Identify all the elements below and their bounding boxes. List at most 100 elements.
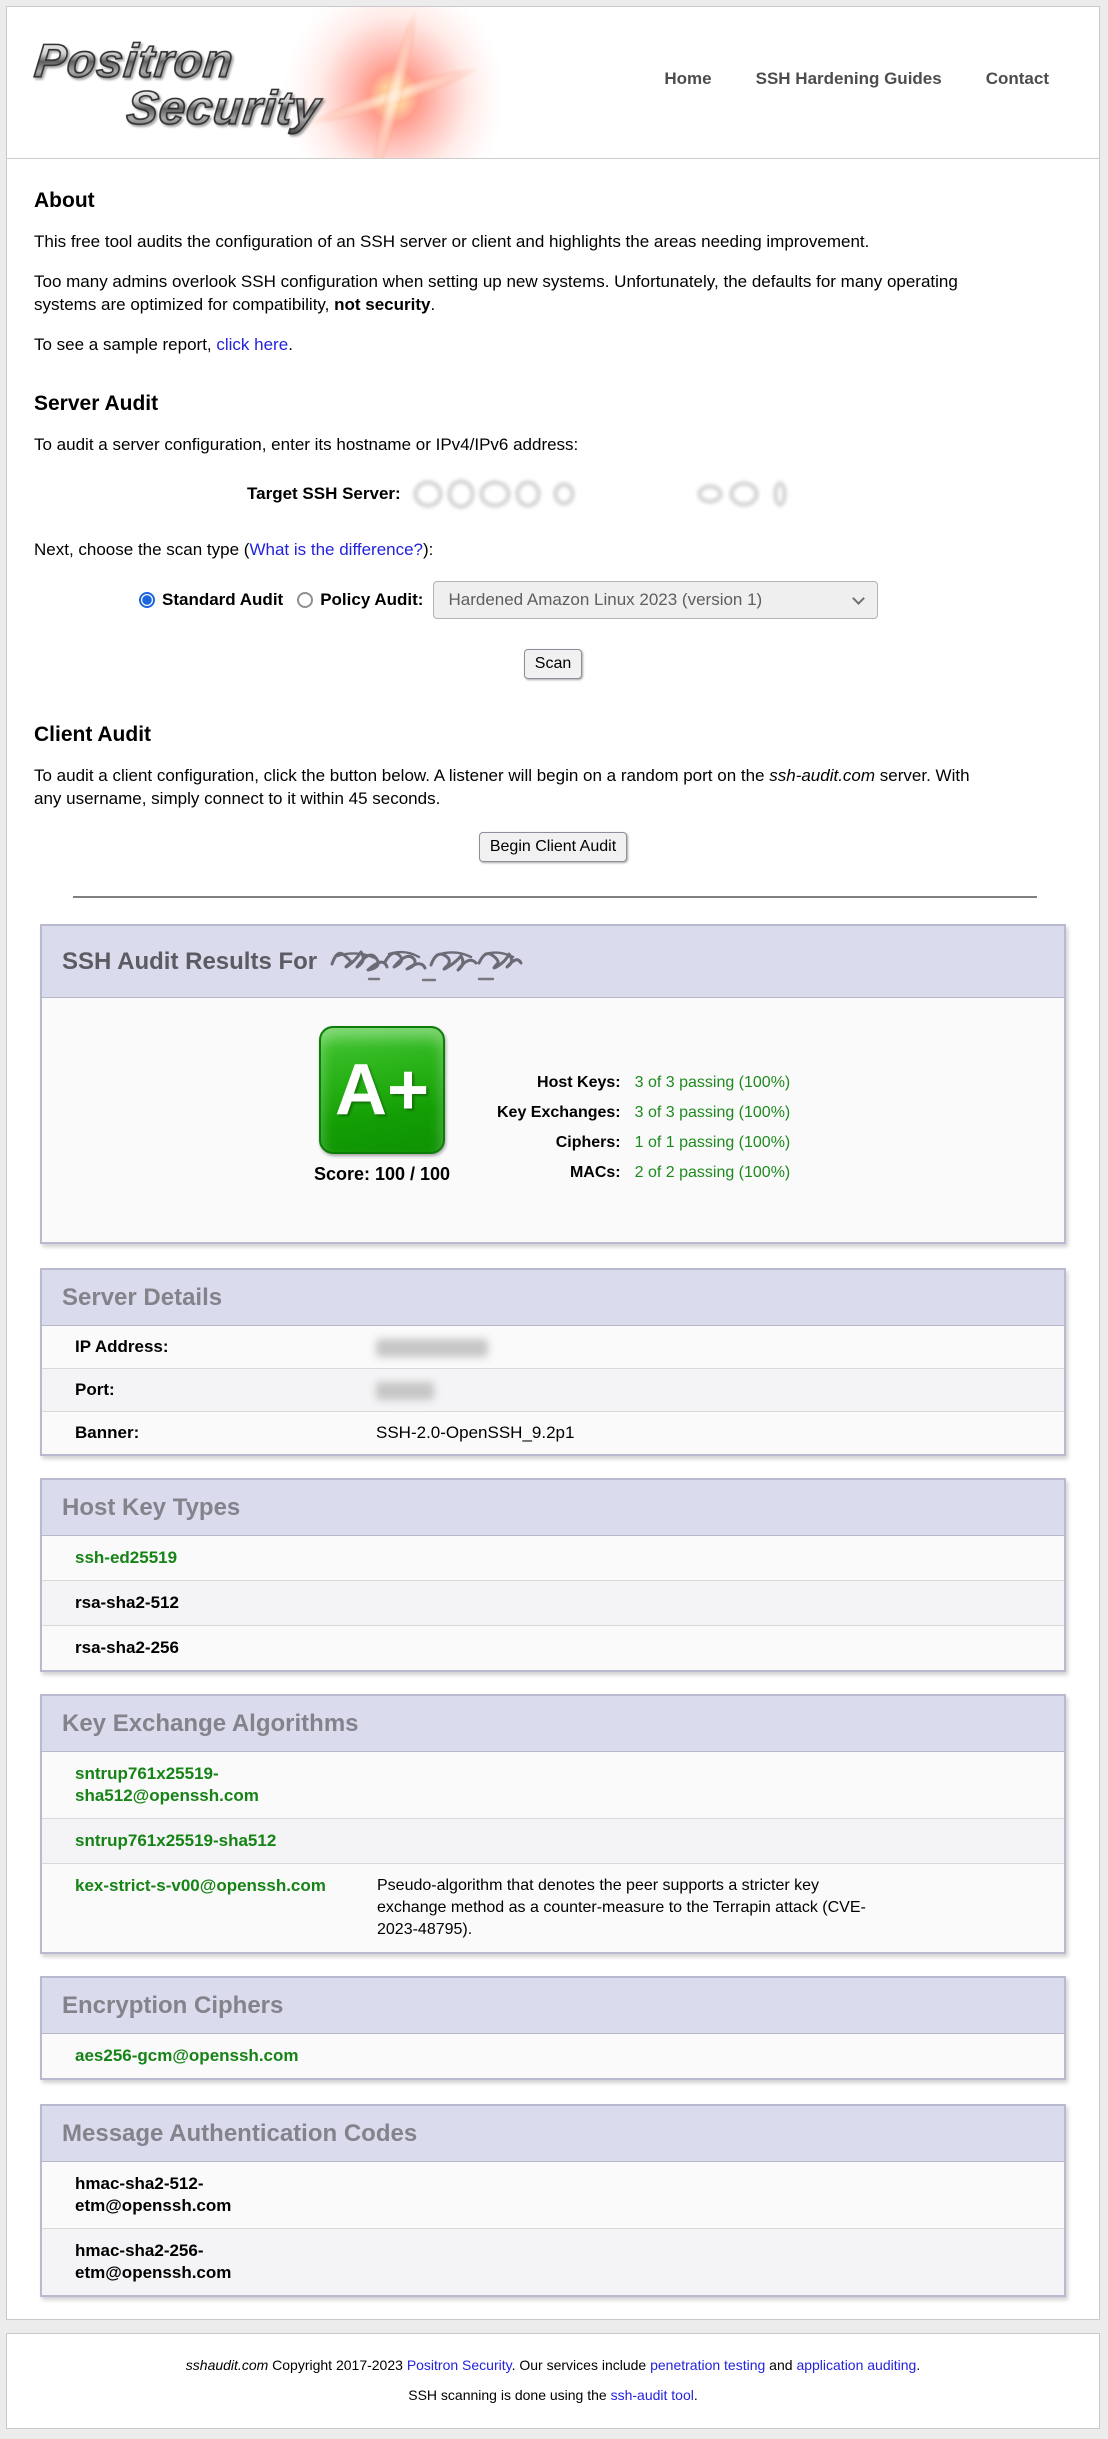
grade-letter: A+ [335, 1049, 429, 1131]
server-audit-heading: Server Audit [34, 392, 1072, 416]
results-stats: Host Keys: 3 of 3 passing (100%) Key Exc… [497, 1068, 790, 1188]
key-exchange-panel: Key Exchange Algorithms sntrup761x25519-… [40, 1694, 1066, 1954]
kex-note [376, 1819, 921, 1863]
server-details-panel: Server Details IP Address: Port: Banner:… [40, 1268, 1066, 1456]
scan-type-difference-link[interactable]: What is the difference? [249, 540, 423, 559]
table-row: hmac-sha2-512-etm@openssh.com [42, 2162, 1064, 2229]
ssh-audit-com-italic: ssh-audit.com [769, 766, 875, 785]
footer-sshaudit-italic: sshaudit.com [186, 2357, 268, 2373]
table-row: sntrup761x25519-sha512 [42, 1819, 1064, 1864]
row-label: Port: [42, 1369, 376, 1411]
nav-link-home[interactable]: Home [664, 69, 711, 89]
target-server-row: Target SSH Server: [247, 476, 1072, 512]
about-paragraph-2: Too many admins overlook SSH configurati… [34, 270, 994, 316]
row-label: Banner: [42, 1412, 376, 1454]
table-row: ssh-ed25519 [42, 1536, 1064, 1581]
host-key-name: rsa-sha2-512 [42, 1581, 376, 1625]
stat-row-ciphers: Ciphers: 1 of 1 passing (100%) [497, 1128, 790, 1158]
site-header: Positron Security Home SSH Hardening Gui… [7, 7, 1099, 159]
table-row: kex-strict-s-v00@openssh.com Pseudo-algo… [42, 1864, 1064, 1952]
key-exchange-header: Key Exchange Algorithms [42, 1696, 1064, 1752]
host-key-name: ssh-ed25519 [42, 1536, 376, 1580]
mac-name: hmac-sha2-256-etm@openssh.com [42, 2229, 376, 2295]
grade-block: A+ Score: 100 / 100 [287, 1026, 477, 1188]
stat-label: Ciphers: [497, 1128, 635, 1158]
nav-link-contact[interactable]: Contact [986, 69, 1049, 89]
standard-audit-label[interactable]: Standard Audit [162, 590, 283, 610]
scan-type-radio-row: Standard Audit Policy Audit: Hardened Am… [139, 581, 1072, 619]
client-audit-paragraph: To audit a client configuration, click t… [34, 764, 994, 810]
redacted-ip-value [376, 1339, 488, 1357]
encryption-ciphers-panel: Encryption Ciphers aes256-gcm@openssh.co… [40, 1976, 1066, 2080]
logo-word-security: Security [124, 80, 323, 135]
host-key-name: rsa-sha2-256 [42, 1626, 376, 1670]
policy-audit-label[interactable]: Policy Audit: [320, 590, 423, 610]
target-server-label: Target SSH Server: [247, 484, 401, 504]
server-details-header: Server Details [42, 1270, 1064, 1326]
footer-link-penetration-testing[interactable]: penetration testing [650, 2357, 765, 2373]
table-row: rsa-sha2-256 [42, 1626, 1064, 1670]
stat-value: 2 of 2 passing (100%) [635, 1158, 791, 1188]
section-divider [73, 896, 1037, 898]
begin-client-audit-button[interactable]: Begin Client Audit [479, 832, 627, 862]
stat-row-macs: MACs: 2 of 2 passing (100%) [497, 1158, 790, 1188]
stat-label: MACs: [497, 1158, 635, 1188]
host-key-types-header: Host Key Types [42, 1480, 1064, 1536]
about-paragraph-1: This free tool audits the configuration … [34, 230, 994, 253]
cipher-name: aes256-gcm@openssh.com [42, 2034, 376, 2078]
nav-link-ssh-hardening-guides[interactable]: SSH Hardening Guides [756, 69, 942, 89]
macs-header: Message Authentication Codes [42, 2106, 1064, 2162]
policy-audit-radio[interactable] [297, 592, 313, 608]
kex-note: Pseudo-algorithm that denotes the peer s… [376, 1864, 921, 1952]
stat-label: Host Keys: [497, 1068, 635, 1098]
policy-select-dropdown[interactable]: Hardened Amazon Linux 2023 (version 1) [433, 581, 878, 619]
results-panel-header: SSH Audit Results For [42, 926, 1064, 998]
mac-name: hmac-sha2-512-etm@openssh.com [42, 2162, 376, 2228]
footer-line-1: sshaudit.com Copyright 2017-2023 Positro… [7, 2350, 1099, 2380]
redacted-port-value [376, 1382, 434, 1400]
table-row: aes256-gcm@openssh.com [42, 2034, 1064, 2078]
row-value-redacted [376, 1369, 1064, 1411]
banner-value: SSH-2.0-OpenSSH_9.2p1 [376, 1412, 1064, 1454]
kex-name: sntrup761x25519-sha512 [42, 1819, 376, 1863]
stat-row-key-exchanges: Key Exchanges: 3 of 3 passing (100%) [497, 1098, 790, 1128]
footer-link-ssh-audit-tool[interactable]: ssh-audit tool [611, 2387, 694, 2403]
redacted-hostname-scribble [327, 942, 523, 984]
stat-value: 3 of 3 passing (100%) [635, 1098, 791, 1128]
grade-badge: A+ [319, 1026, 445, 1154]
not-security-emphasis: not security [334, 295, 430, 314]
kex-name: kex-strict-s-v00@openssh.com [42, 1864, 376, 1952]
main-nav: Home SSH Hardening Guides Contact [664, 69, 1049, 89]
chevron-down-icon [853, 592, 866, 605]
stat-label: Key Exchanges: [497, 1098, 635, 1128]
host-key-types-panel: Host Key Types ssh-ed25519 rsa-sha2-512 … [40, 1478, 1066, 1672]
footer-link-application-auditing[interactable]: application auditing [796, 2357, 916, 2373]
kex-name: sntrup761x25519-sha512@openssh.com [42, 1752, 376, 1818]
stat-value: 1 of 1 passing (100%) [635, 1128, 791, 1158]
stat-value: 3 of 3 passing (100%) [635, 1068, 791, 1098]
about-paragraph-3: To see a sample report, click here. [34, 333, 994, 356]
footer-link-positron-security[interactable]: Positron Security [407, 2357, 512, 2373]
table-row: hmac-sha2-256-etm@openssh.com [42, 2229, 1064, 2295]
scan-button[interactable]: Scan [524, 649, 582, 679]
table-row: sntrup761x25519-sha512@openssh.com [42, 1752, 1064, 1819]
kex-note [376, 1752, 921, 1818]
main-content-box: Positron Security Home SSH Hardening Gui… [6, 6, 1100, 2320]
server-audit-intro: To audit a server configuration, enter i… [34, 433, 994, 456]
table-row-port: Port: [42, 1369, 1064, 1412]
row-label: IP Address: [42, 1326, 376, 1368]
row-value-redacted [376, 1326, 1064, 1368]
ssh-audit-results-panel: SSH Audit Results For A+ [40, 924, 1066, 1244]
site-footer: sshaudit.com Copyright 2017-2023 Positro… [6, 2333, 1100, 2429]
policy-select-value: Hardened Amazon Linux 2023 (version 1) [448, 590, 762, 610]
table-row: rsa-sha2-512 [42, 1581, 1064, 1626]
scan-type-line: Next, choose the scan type (What is the … [34, 538, 994, 561]
results-panel-title: SSH Audit Results For [62, 948, 317, 976]
target-server-input-redacted[interactable] [409, 476, 801, 512]
sample-report-link[interactable]: click here [216, 335, 288, 354]
standard-audit-radio[interactable] [139, 592, 155, 608]
encryption-ciphers-header: Encryption Ciphers [42, 1978, 1064, 2034]
footer-line-2: SSH scanning is done using the ssh-audit… [7, 2380, 1099, 2410]
stat-row-host-keys: Host Keys: 3 of 3 passing (100%) [497, 1068, 790, 1098]
macs-panel: Message Authentication Codes hmac-sha2-5… [40, 2104, 1066, 2297]
